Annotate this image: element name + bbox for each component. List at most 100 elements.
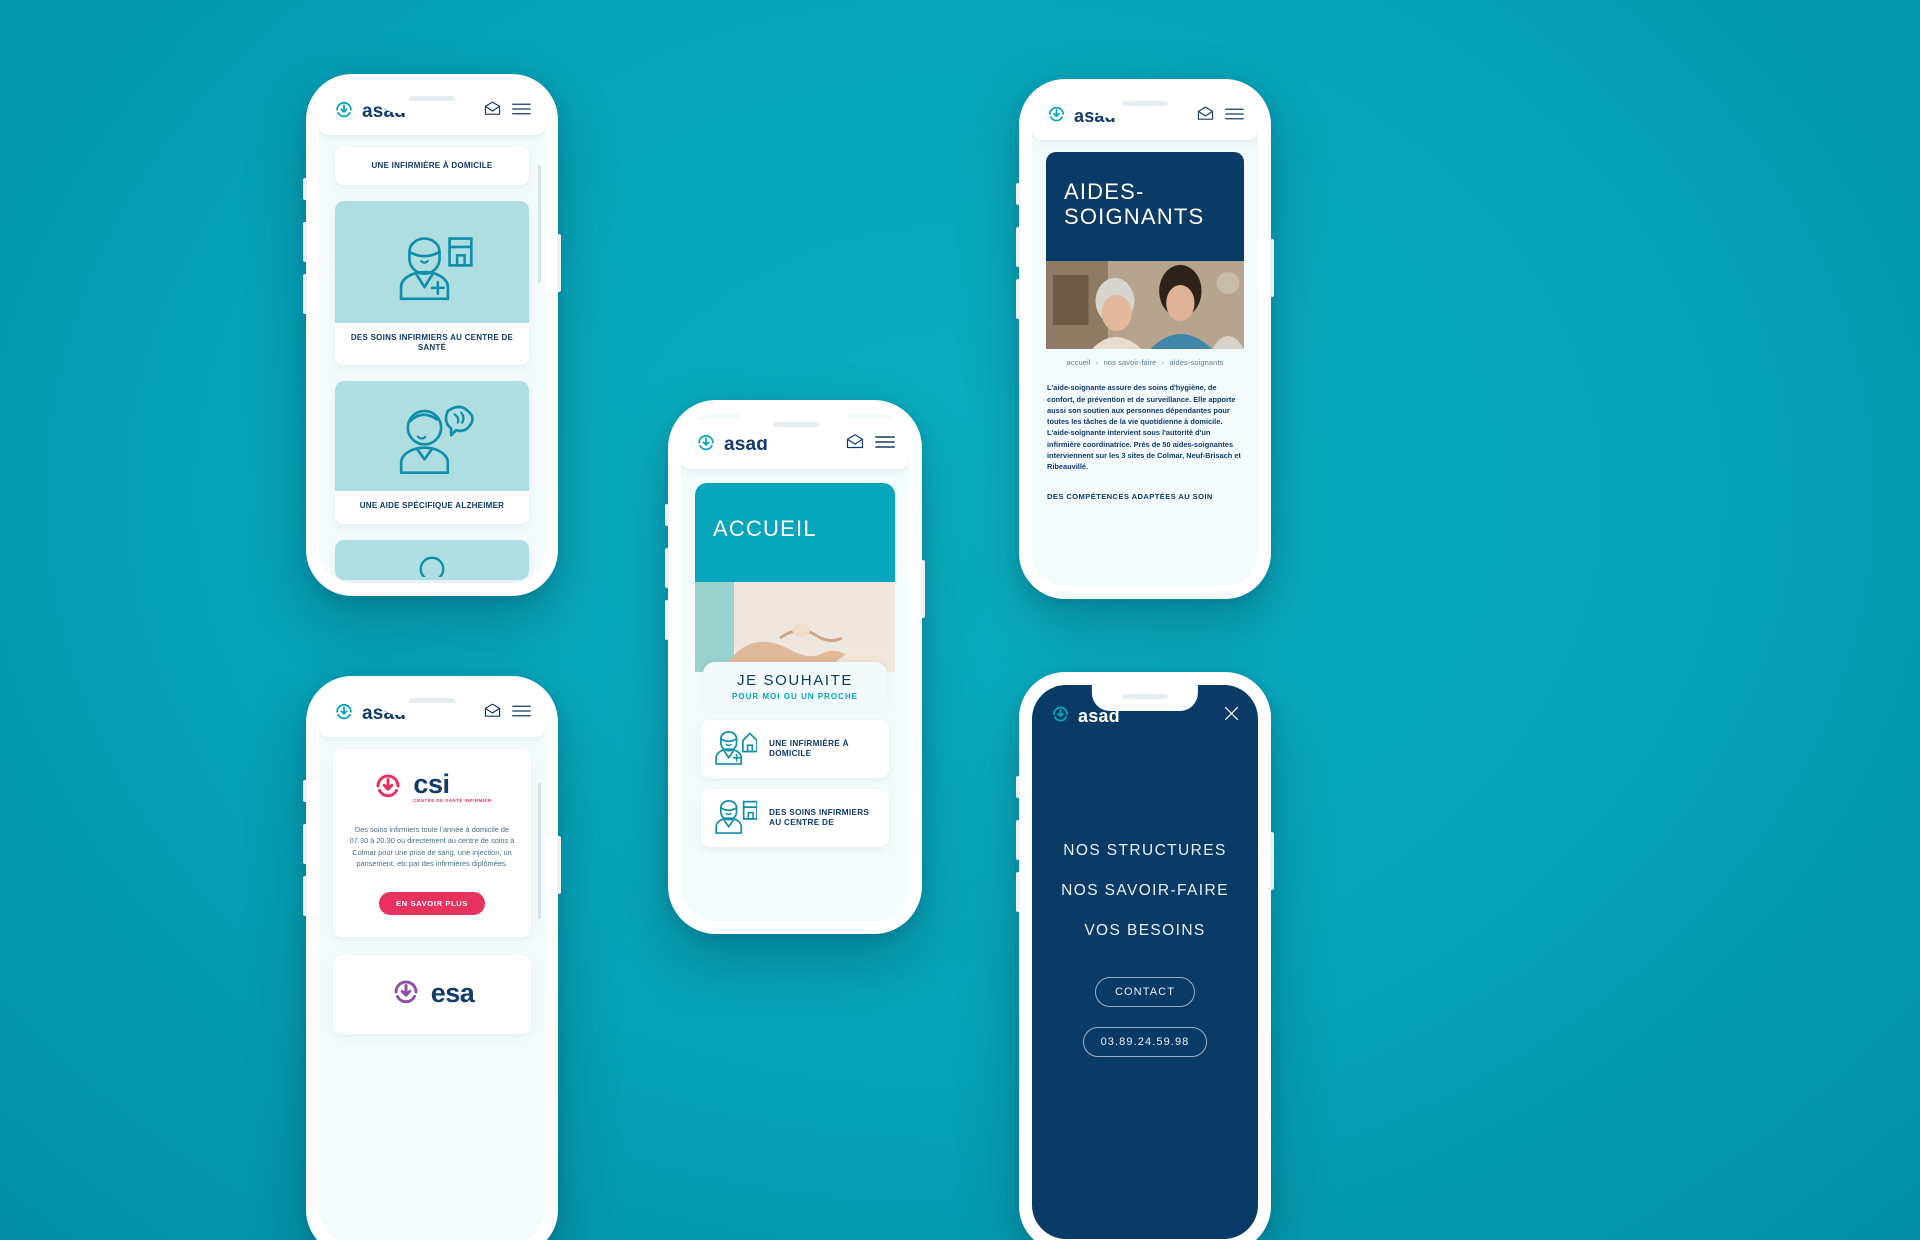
hamburger-menu-icon[interactable] <box>1225 107 1244 126</box>
phone-mute-switch <box>303 780 307 802</box>
service-card-label: UNE AIDE SPÉCIFIQUE ALZHEIMER <box>359 501 505 511</box>
service-card-alzheimer[interactable]: UNE AIDE SPÉCIFIQUE ALZHEIMER <box>335 381 529 524</box>
service-card-partial[interactable]: UNE INFIRMIÈRE À DOMICILE <box>335 147 529 185</box>
page-title: ACCUEIL <box>713 516 817 541</box>
home-content: ACCUEIL JE SOUHAITE POUR MOI OU UN PROCH… <box>681 469 909 847</box>
phone-mute-switch <box>303 178 307 200</box>
phone-power-button <box>1270 239 1274 297</box>
structures-scroll-area[interactable]: csi CENTRE DE SANTÉ INFIRMIER Des soins … <box>319 737 545 1034</box>
hero-photo <box>1046 261 1244 350</box>
phone-power-button <box>557 836 561 894</box>
earpiece-speaker <box>1122 101 1168 106</box>
esa-circle-arrow-logo <box>390 975 422 1012</box>
phone-volume-up-button <box>303 222 307 262</box>
phone-menu-screen: asad NOS STRUCTURES NOS SAVOIR-FAIRE VOS… <box>1032 685 1258 1239</box>
nurse-home-icon <box>713 726 758 771</box>
menu-overlay: asad NOS STRUCTURES NOS SAVOIR-FAIRE VOS… <box>1032 685 1258 1239</box>
article-section-heading: DES COMPÉTENCES ADAPTÉES AU SOIN <box>1047 492 1213 502</box>
envelope-icon[interactable] <box>846 434 864 454</box>
phone-volume-down-button <box>665 600 669 640</box>
je-souhaite-subtitle: POUR MOI OU UN PROCHE <box>732 691 858 701</box>
scrollbar[interactable] <box>538 783 541 919</box>
need-row-label: UNE INFIRMIÈRE À DOMICILE <box>769 738 849 758</box>
next-card-icon <box>335 539 529 580</box>
menu-item-savoir-faire[interactable]: NOS SAVOIR-FAIRE <box>1032 871 1258 911</box>
phone-notch <box>1091 92 1199 118</box>
close-x-icon[interactable] <box>1223 705 1240 727</box>
structure-card-esa[interactable]: esa <box>333 954 531 1034</box>
csi-circle-arrow-logo <box>372 769 404 806</box>
csi-tagline: CENTRE DE SANTÉ INFIRMIER <box>413 797 492 803</box>
need-list: UNE INFIRMIÈRE À DOMICILE DES SOINS INFI… <box>695 712 895 847</box>
page-hero: ACCUEIL <box>695 483 895 582</box>
header-icons <box>846 434 895 454</box>
asad-circle-arrow-logo <box>333 700 355 727</box>
esa-name: esa <box>430 977 475 1008</box>
service-card-label: UNE INFIRMIÈRE À DOMICILE <box>371 160 493 170</box>
phone-services-screen: asad UNE INFIRMIÈRE À DOMICILE DES SOINS… <box>319 87 545 583</box>
phone-menu: asad NOS STRUCTURES NOS SAVOIR-FAIRE VOS… <box>1016 672 1274 1240</box>
phone-mute-switch <box>1016 183 1020 205</box>
csi-logo: csi CENTRE DE SANTÉ INFIRMIER <box>347 769 517 806</box>
phone-notch <box>1091 685 1199 711</box>
csi-name: csi <box>413 769 450 800</box>
earpiece-speaker <box>409 698 455 703</box>
menu-item-besoins[interactable]: VOS BESOINS <box>1032 911 1258 951</box>
csi-description: Des soins infirmiers toute l'année à dom… <box>349 825 515 869</box>
esa-wordmark: esa <box>430 977 475 1008</box>
phone-volume-up-button <box>1016 820 1020 860</box>
hamburger-menu-icon[interactable] <box>875 435 895 454</box>
service-card-health-center[interactable]: DES SOINS INFIRMIERS AU CENTRE DE SANTÉ <box>335 201 529 366</box>
page-title: AIDES-SOIGNANTS <box>1064 179 1205 229</box>
phone-mute-switch <box>1016 776 1020 798</box>
need-row-health-center[interactable]: DES SOINS INFIRMIERS AU CENTRE DE <box>701 788 889 847</box>
article-body: L'aide-soignante assure des soins d'hygi… <box>1047 383 1241 471</box>
envelope-icon[interactable] <box>484 101 501 121</box>
contact-button[interactable]: CONTACT <box>1094 977 1196 1007</box>
envelope-icon[interactable] <box>1197 106 1214 126</box>
phone-savoir-faire: asad AIDES-SOIGNANTS accueil › nos savoi… <box>1016 79 1274 599</box>
nurse-health-center-icon <box>713 795 758 840</box>
phone-volume-up-button <box>303 824 307 864</box>
savoir-faire-content: AIDES-SOIGNANTS accueil › nos savoir-fai… <box>1032 140 1258 501</box>
asad-circle-arrow-logo <box>695 431 717 458</box>
csi-wordmark: csi CENTRE DE SANTÉ INFIRMIER <box>413 769 492 803</box>
hamburger-menu-icon[interactable] <box>512 102 531 121</box>
structure-card-csi[interactable]: csi CENTRE DE SANTÉ INFIRMIER Des soins … <box>333 749 531 937</box>
hamburger-menu-icon[interactable] <box>512 704 531 723</box>
phone-volume-down-button <box>303 876 307 916</box>
asad-circle-arrow-logo <box>1050 703 1071 729</box>
poster-background: asad UNE INFIRMIÈRE À DOMICILE DES SOINS… <box>0 0 1920 1240</box>
scrollbar[interactable] <box>538 165 541 283</box>
earpiece-speaker <box>772 422 818 427</box>
phone-structures-screen: asad csi CENTRE DE SANTÉ INFIRMIER Des s… <box>319 689 545 1240</box>
phone-home: asad ACCUEIL JE SOUHAITE POUR MOI OU UN … <box>665 400 925 934</box>
breadcrumb-separator: › <box>1095 358 1099 368</box>
service-card-next-partial[interactable] <box>335 539 529 580</box>
csi-cta-button[interactable]: EN SAVOIR PLUS <box>379 891 485 915</box>
nurse-health-center-icon <box>335 201 529 323</box>
need-row-label: DES SOINS INFIRMIERS AU CENTRE DE <box>769 807 870 827</box>
page-hero: AIDES-SOIGNANTS <box>1046 152 1244 262</box>
phone-volume-down-button <box>1016 872 1020 912</box>
phone-home-screen: asad ACCUEIL JE SOUHAITE POUR MOI OU UN … <box>681 413 909 921</box>
need-row-nurse-home[interactable]: UNE INFIRMIÈRE À DOMICILE <box>701 719 889 778</box>
earpiece-speaker <box>1122 694 1168 699</box>
phone-number-button[interactable]: 03.89.24.59.98 <box>1082 1027 1208 1057</box>
header-icons <box>1197 106 1244 126</box>
breadcrumb-item-accueil[interactable]: accueil <box>1067 358 1091 367</box>
menu-nav-list: NOS STRUCTURES NOS SAVOIR-FAIRE VOS BESO… <box>1032 831 1258 951</box>
phone-notch <box>378 689 486 715</box>
phone-volume-down-button <box>303 274 307 314</box>
esa-logo: esa <box>347 975 517 1012</box>
menu-item-structures[interactable]: NOS STRUCTURES <box>1032 831 1258 871</box>
services-scroll-area[interactable]: UNE INFIRMIÈRE À DOMICILE DES SOINS INFI… <box>319 135 545 580</box>
phone-volume-down-button <box>1016 279 1020 319</box>
earpiece-speaker <box>409 96 455 101</box>
phone-power-button <box>557 234 561 292</box>
je-souhaite-panel: JE SOUHAITE POUR MOI OU UN PROCHE <box>703 661 887 712</box>
phone-savoir-faire-screen: asad AIDES-SOIGNANTS accueil › nos savoi… <box>1032 92 1258 586</box>
breadcrumb-item-savoir-faire[interactable]: nos savoir-faire <box>1104 358 1157 367</box>
phone-notch <box>378 87 486 113</box>
envelope-icon[interactable] <box>484 703 501 723</box>
